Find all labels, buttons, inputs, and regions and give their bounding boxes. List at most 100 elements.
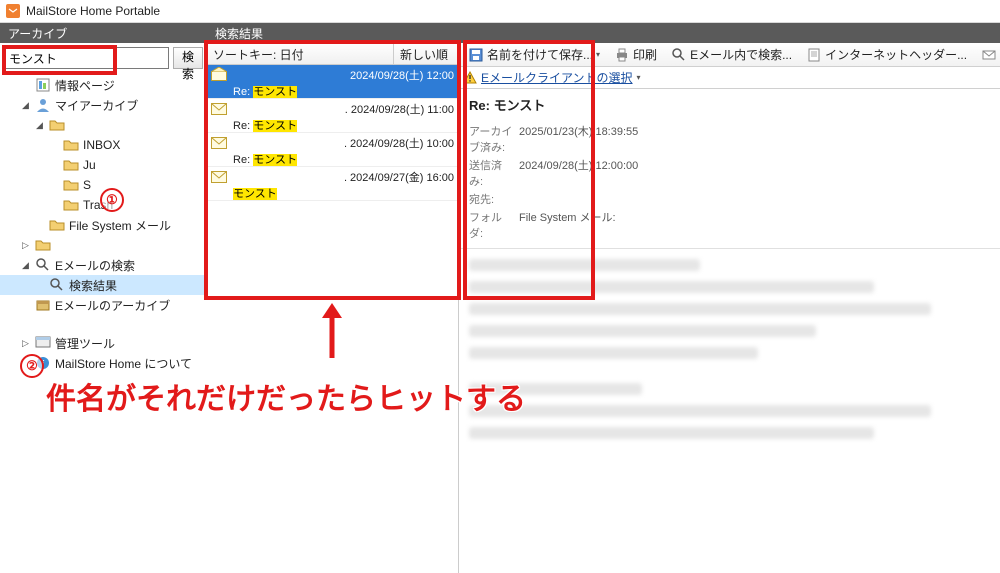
message-button[interactable]: メッセー — [976, 43, 1000, 66]
tree-label: Eメールのアーカイブ — [55, 297, 170, 314]
spacer — [48, 160, 59, 171]
tree-about[interactable]: i MailStore Home について — [0, 353, 207, 373]
folder-icon — [35, 237, 51, 253]
button-label: 印刷 — [633, 46, 657, 63]
inet-header-button[interactable]: インターネットヘッダー... — [801, 43, 972, 66]
chevron-down-icon: ▾ — [637, 73, 641, 82]
sort-bar: ソートキー: 日付 新しい順 — [207, 43, 458, 65]
search-icon — [35, 257, 51, 273]
folder-icon — [63, 157, 79, 173]
sort-dir-cell[interactable]: 新しい順 — [394, 43, 458, 64]
print-icon — [614, 47, 630, 63]
tree-toggle-icon[interactable]: ◢ — [20, 100, 31, 111]
tree-toggle-icon[interactable]: ◢ — [34, 120, 45, 131]
mail-subject: Re: モンスト — [233, 120, 297, 132]
report-icon — [35, 77, 51, 93]
value-sent: 2024/09/28(土) 12:00:00 — [519, 156, 644, 190]
preview-body — [459, 249, 1000, 573]
left-search-bar: 検索 — [0, 43, 207, 73]
tree-fs-mail[interactable]: File System メール — [0, 215, 207, 235]
button-label: Eメール内で検索... — [690, 46, 792, 63]
mail-date: . 2024/09/28(土) 11:00 — [345, 101, 454, 117]
find-in-email-button[interactable]: Eメール内で検索... — [666, 43, 797, 66]
mail-icon — [211, 69, 227, 81]
preview-toolbar2: Eメールクライアントの選択 ▾ — [459, 67, 1000, 89]
folder-icon — [63, 197, 79, 213]
user-icon — [35, 97, 51, 113]
label-sent: 送信済み: — [469, 156, 519, 190]
value-folder: File System メール: — [519, 208, 644, 242]
tree-admin-tools[interactable]: ▷ 管理ツール — [0, 333, 207, 353]
spacer — [20, 300, 31, 311]
tree-toggle-icon — [20, 80, 31, 91]
warning-icon — [463, 71, 477, 85]
save-icon — [468, 47, 484, 63]
button-label: 名前を付けて保存... — [487, 46, 593, 63]
preview-subject: Re: モンスト — [469, 95, 1000, 114]
folder-icon — [63, 137, 79, 153]
spacer — [34, 280, 45, 291]
spacer — [48, 180, 59, 191]
mail-date: 2024/09/28(土) 12:00 — [350, 67, 454, 83]
tree-toggle-icon[interactable]: ▷ — [20, 240, 31, 251]
tree-email-search[interactable]: ◢ Eメールの検索 — [0, 255, 207, 275]
svg-text:i: i — [42, 359, 45, 370]
app-logo-icon — [6, 4, 20, 18]
save-as-button[interactable]: 名前を付けて保存... ▾ — [463, 43, 605, 66]
mail-date: . 2024/09/28(土) 10:00 — [344, 135, 454, 151]
document-icon — [806, 47, 822, 63]
titlebar: MailStore Home Portable — [0, 0, 1000, 23]
left-panel-header: アーカイブ — [0, 23, 207, 43]
search-input[interactable] — [4, 47, 169, 69]
label-folder: フォルダ: — [469, 208, 519, 242]
mail-item[interactable]: . 2024/09/28(土) 11:00 Re: モンスト — [207, 99, 458, 133]
tree-inbox[interactable]: INBOX — [0, 135, 207, 155]
tree-label: Trash — [83, 198, 113, 212]
app-title: MailStore Home Portable — [26, 4, 160, 18]
archive-icon — [35, 297, 51, 313]
right-panel-header: 検索結果 — [207, 23, 1000, 43]
mail-date: . 2024/09/27(金) 16:00 — [344, 169, 454, 185]
mail-subject: Re: モンスト — [233, 86, 297, 98]
tree-search-results[interactable]: 検索結果 — [0, 275, 207, 295]
folder-icon — [63, 177, 79, 193]
tree-toggle-icon[interactable]: ▷ — [20, 338, 31, 349]
left-panel: アーカイブ 検索 情報ページ ◢ マイアーカイブ ◢ — [0, 23, 207, 573]
chevron-down-icon: ▾ — [596, 50, 600, 59]
tree-label: File System メール — [69, 217, 171, 234]
preview-pane: 名前を付けて保存... ▾ 印刷 Eメール内で検索... インターネットヘッダー… — [459, 43, 1000, 573]
folder-icon — [49, 217, 65, 233]
mail-list: 2024/09/28(土) 12:00Re: モンスト. 2024/09/28(… — [207, 65, 458, 573]
print-button[interactable]: 印刷 — [609, 43, 662, 66]
tree-label: INBOX — [83, 138, 120, 152]
button-label: インターネットヘッダー... — [825, 46, 967, 63]
client-select-link[interactable]: Eメールクライアントの選択 — [481, 69, 633, 86]
tree-sent[interactable]: S — [0, 175, 207, 195]
value-to — [519, 190, 644, 208]
tools-icon — [35, 335, 51, 351]
tree-trash[interactable]: Trash — [0, 195, 207, 215]
tree-email-archive[interactable]: Eメールのアーカイブ — [0, 295, 207, 315]
mail-subject: Re: モンスト — [233, 154, 297, 166]
sort-key-cell[interactable]: ソートキー: 日付 — [207, 43, 394, 64]
folder-icon — [49, 117, 65, 133]
search-button[interactable]: 検索 — [173, 47, 203, 69]
tree-start-page[interactable]: 情報ページ — [0, 75, 207, 95]
tree-label: Ju — [83, 158, 96, 172]
mail-icon — [211, 171, 227, 183]
tree-label: マイアーカイブ — [55, 97, 138, 114]
right-panel: 検索結果 ソートキー: 日付 新しい順 2024/09/28(土) 12:00 R… — [207, 23, 1000, 573]
tree-my-archive[interactable]: ◢ マイアーカイブ — [0, 95, 207, 115]
preview-toolbar: 名前を付けて保存... ▾ 印刷 Eメール内で検索... インターネットヘッダー… — [459, 43, 1000, 67]
tree-fs-mail-root[interactable]: ▷ — [0, 235, 207, 255]
mail-item[interactable]: . 2024/09/28(土) 10:00 Re: モンスト — [207, 133, 458, 167]
info-icon: i — [35, 355, 51, 371]
mail-item[interactable]: . 2024/09/27(金) 16:00モンスト — [207, 167, 458, 201]
tree-label: S — [83, 178, 91, 192]
tree-account[interactable]: ◢ — [0, 115, 207, 135]
tree-junk[interactable]: Ju — [0, 155, 207, 175]
tree-label: 管理ツール — [55, 335, 115, 352]
tree-toggle-icon[interactable]: ◢ — [20, 260, 31, 271]
mail-item[interactable]: 2024/09/28(土) 12:00 Re: モンスト — [207, 65, 458, 99]
nav-tree: 情報ページ ◢ マイアーカイブ ◢ INBOX Ju — [0, 73, 207, 573]
